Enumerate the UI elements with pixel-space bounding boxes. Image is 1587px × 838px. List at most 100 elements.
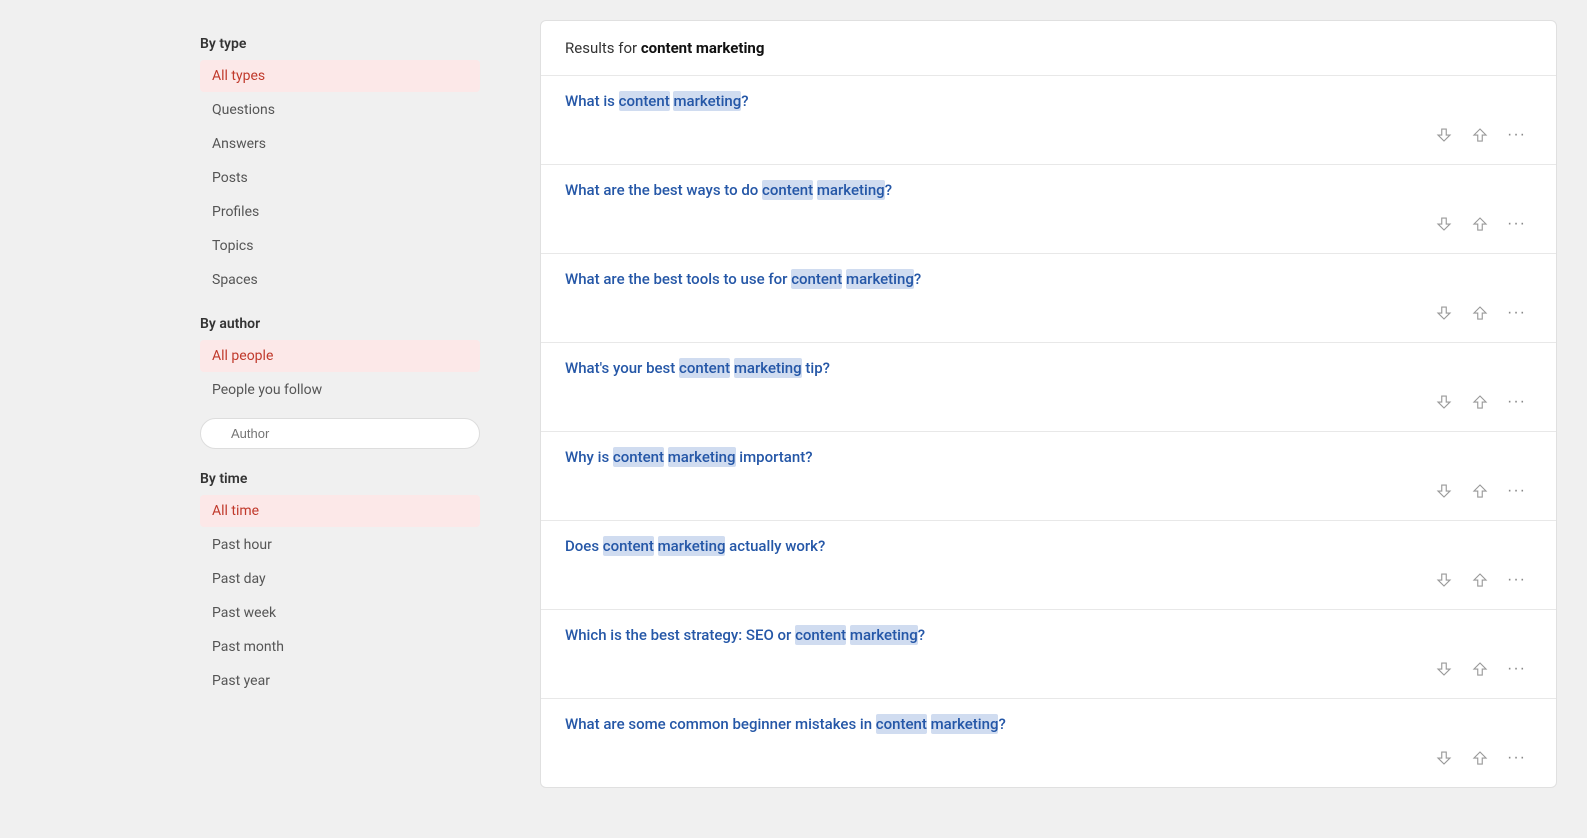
- downvote-icon: [1435, 660, 1453, 678]
- result-highlight: marketing: [931, 714, 999, 734]
- upvote-button[interactable]: [1465, 122, 1495, 148]
- type-filter-item[interactable]: Spaces: [200, 264, 480, 296]
- time-filter-item[interactable]: All time: [200, 495, 480, 527]
- more-options-button[interactable]: ···: [1501, 567, 1532, 593]
- downvote-button[interactable]: [1429, 745, 1459, 771]
- result-highlight: content: [876, 714, 927, 734]
- upvote-icon: [1471, 304, 1489, 322]
- downvote-icon: [1435, 393, 1453, 411]
- sidebar: By type All typesQuestionsAnswersPostsPr…: [0, 0, 510, 838]
- type-filter-item[interactable]: Questions: [200, 94, 480, 126]
- result-highlight: marketing: [817, 180, 885, 200]
- result-title-link[interactable]: What's your best content marketing tip?: [565, 359, 1532, 377]
- time-filter-item[interactable]: Past week: [200, 597, 480, 629]
- time-filter-item[interactable]: Past month: [200, 631, 480, 663]
- more-options-button[interactable]: ···: [1501, 478, 1532, 504]
- results-container: Results for content marketing What is co…: [540, 20, 1557, 788]
- result-highlight: marketing: [850, 625, 918, 645]
- time-filter-item[interactable]: Past day: [200, 563, 480, 595]
- upvote-button[interactable]: [1465, 656, 1495, 682]
- result-title-link[interactable]: Does content marketing actually work?: [565, 537, 1532, 555]
- more-options-button[interactable]: ···: [1501, 656, 1532, 682]
- result-highlight: content: [619, 91, 670, 111]
- result-item: What is content marketing? ···: [541, 76, 1556, 165]
- downvote-icon: [1435, 126, 1453, 144]
- downvote-icon: [1435, 482, 1453, 500]
- downvote-icon: [1435, 749, 1453, 767]
- by-type-label: By type: [200, 36, 480, 52]
- result-title-link[interactable]: What are the best tools to use for conte…: [565, 270, 1532, 288]
- result-item: What are the best tools to use for conte…: [541, 254, 1556, 343]
- result-highlight: marketing: [734, 358, 802, 378]
- result-highlight: content: [603, 536, 654, 556]
- more-options-button[interactable]: ···: [1501, 745, 1532, 771]
- result-item: Does content marketing actually work? ···: [541, 521, 1556, 610]
- upvote-button[interactable]: [1465, 478, 1495, 504]
- downvote-button[interactable]: [1429, 211, 1459, 237]
- upvote-icon: [1471, 571, 1489, 589]
- results-prefix: Results for: [565, 39, 641, 57]
- downvote-button[interactable]: [1429, 389, 1459, 415]
- result-highlight: content: [762, 180, 813, 200]
- downvote-button[interactable]: [1429, 567, 1459, 593]
- upvote-icon: [1471, 482, 1489, 500]
- result-actions: ···: [565, 300, 1532, 326]
- type-filter-item[interactable]: Profiles: [200, 196, 480, 228]
- by-time-label: By time: [200, 471, 480, 487]
- result-actions: ···: [565, 478, 1532, 504]
- more-options-button[interactable]: ···: [1501, 211, 1532, 237]
- result-title-link[interactable]: Which is the best strategy: SEO or conte…: [565, 626, 1532, 644]
- result-item: Why is content marketing important? ···: [541, 432, 1556, 521]
- result-highlight: content: [679, 358, 730, 378]
- upvote-icon: [1471, 215, 1489, 233]
- result-item: What are some common beginner mistakes i…: [541, 699, 1556, 787]
- time-filter-item[interactable]: Past year: [200, 665, 480, 697]
- type-filter-item[interactable]: Posts: [200, 162, 480, 194]
- upvote-button[interactable]: [1465, 745, 1495, 771]
- result-actions: ···: [565, 122, 1532, 148]
- result-title-link[interactable]: What is content marketing?: [565, 92, 1532, 110]
- result-actions: ···: [565, 656, 1532, 682]
- result-highlight: marketing: [658, 536, 726, 556]
- type-filter-item[interactable]: Answers: [200, 128, 480, 160]
- upvote-icon: [1471, 749, 1489, 767]
- downvote-icon: [1435, 304, 1453, 322]
- result-highlight: marketing: [668, 447, 736, 467]
- result-item: Which is the best strategy: SEO or conte…: [541, 610, 1556, 699]
- upvote-button[interactable]: [1465, 567, 1495, 593]
- more-options-button[interactable]: ···: [1501, 122, 1532, 148]
- upvote-button[interactable]: [1465, 389, 1495, 415]
- author-filter-item[interactable]: People you follow: [200, 374, 480, 406]
- upvote-button[interactable]: [1465, 300, 1495, 326]
- results-query: content marketing: [641, 39, 765, 57]
- downvote-icon: [1435, 571, 1453, 589]
- result-highlight: content: [795, 625, 846, 645]
- result-highlight: content: [791, 269, 842, 289]
- result-item: What's your best content marketing tip? ·…: [541, 343, 1556, 432]
- downvote-button[interactable]: [1429, 122, 1459, 148]
- results-header: Results for content marketing: [541, 21, 1556, 76]
- result-actions: ···: [565, 567, 1532, 593]
- downvote-button[interactable]: [1429, 656, 1459, 682]
- upvote-button[interactable]: [1465, 211, 1495, 237]
- result-title-link[interactable]: Why is content marketing important?: [565, 448, 1532, 466]
- result-highlight: content: [613, 447, 664, 467]
- result-title-link[interactable]: What are the best ways to do content mar…: [565, 181, 1532, 199]
- result-actions: ···: [565, 745, 1532, 771]
- result-actions: ···: [565, 211, 1532, 237]
- type-filter-item[interactable]: All types: [200, 60, 480, 92]
- more-options-button[interactable]: ···: [1501, 389, 1532, 415]
- time-filter-item[interactable]: Past hour: [200, 529, 480, 561]
- author-input[interactable]: [200, 418, 480, 449]
- type-filter-item[interactable]: Topics: [200, 230, 480, 262]
- result-highlight: marketing: [846, 269, 914, 289]
- downvote-button[interactable]: [1429, 478, 1459, 504]
- main-content: Results for content marketing What is co…: [510, 0, 1587, 838]
- by-author-label: By author: [200, 316, 480, 332]
- author-search-wrap: 🔍: [200, 412, 480, 455]
- upvote-icon: [1471, 660, 1489, 678]
- downvote-button[interactable]: [1429, 300, 1459, 326]
- more-options-button[interactable]: ···: [1501, 300, 1532, 326]
- author-filter-item[interactable]: All people: [200, 340, 480, 372]
- result-title-link[interactable]: What are some common beginner mistakes i…: [565, 715, 1532, 733]
